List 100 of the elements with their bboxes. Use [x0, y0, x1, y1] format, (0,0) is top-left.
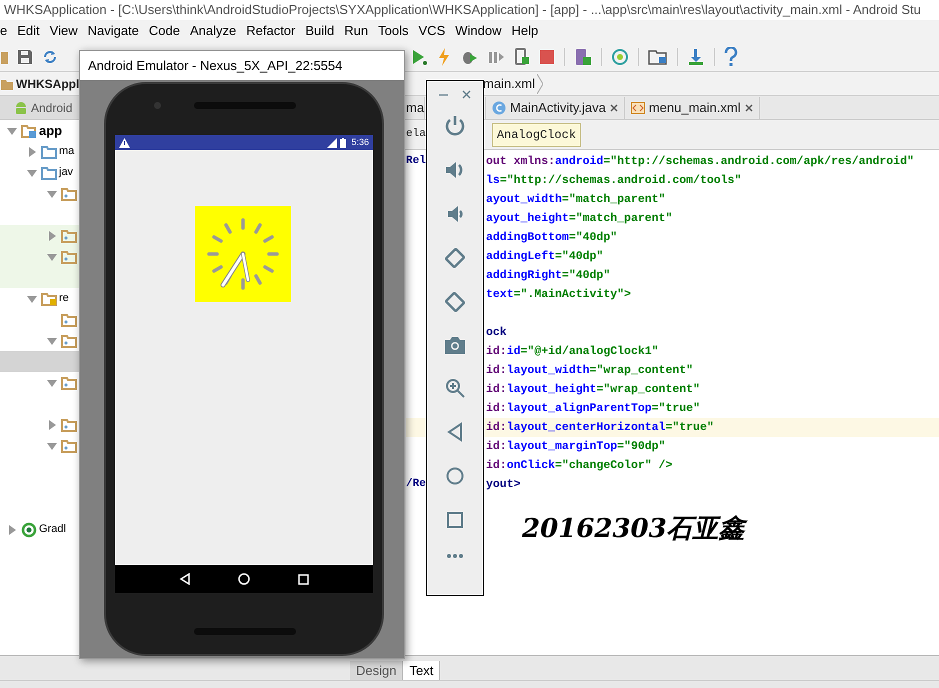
code-line: addingRight="40dp": [486, 268, 610, 284]
tree-row[interactable]: app: [0, 120, 79, 141]
menu-item[interactable]: Navigate: [88, 21, 139, 41]
package-folder-icon: [61, 374, 77, 390]
code-line: ayout_width="match_parent": [486, 192, 666, 208]
collapsed-arrow-icon[interactable]: [47, 420, 57, 430]
tree-row[interactable]: jav: [0, 162, 79, 183]
analog-clock[interactable]: [195, 206, 291, 302]
tree-row[interactable]: re: [0, 288, 79, 309]
zoom-icon[interactable]: [444, 377, 466, 399]
overview-icon[interactable]: [444, 509, 466, 531]
signal-icon: [327, 138, 338, 148]
close-icon[interactable]: [462, 90, 471, 98]
collapsed-arrow-icon[interactable]: [47, 230, 57, 240]
package-folder-icon: [61, 248, 77, 264]
code-line: id:layout_width="wrap_content": [486, 362, 694, 379]
emulator-title: Android Emulator - Nexus_5X_API_22:5554: [88, 56, 342, 75]
project-view-dropdown[interactable]: Android: [0, 96, 79, 119]
breadcrumb-item[interactable]: main.xml: [483, 74, 536, 94]
expanded-arrow-icon[interactable]: [47, 252, 57, 262]
recents-icon[interactable]: [298, 574, 310, 584]
close-icon[interactable]: [610, 104, 618, 112]
battery-icon: [340, 138, 346, 148]
code-line: ock: [486, 324, 507, 341]
expanded-arrow-icon[interactable]: [7, 126, 17, 136]
collapsed-arrow-icon[interactable]: [7, 524, 17, 534]
code-line: addingBottom="40dp": [486, 230, 618, 246]
home-icon[interactable]: [238, 573, 250, 585]
expanded-arrow-icon[interactable]: [47, 336, 57, 346]
menu-item[interactable]: Build: [305, 21, 334, 41]
sync-icon[interactable]: [42, 48, 58, 64]
project-structure-icon[interactable]: [648, 48, 668, 66]
menu-item[interactable]: Analyze: [190, 21, 236, 41]
code-line: addingLeft="40dp": [486, 248, 604, 265]
code-line: id:layout_marginTop="90dp": [486, 438, 666, 455]
menu-item[interactable]: Tools: [378, 21, 409, 41]
package-folder-icon: [61, 438, 77, 454]
menu-item[interactable]: Code: [148, 21, 180, 41]
xml-file-icon: [630, 101, 645, 115]
source-folder-icon: [41, 144, 57, 160]
code-line: out xmlns:android="http://schemas.android.com/apk/res/android": [486, 154, 914, 170]
power-icon[interactable]: [444, 115, 466, 137]
package-folder-icon: [61, 416, 77, 432]
code-line: id:id="@+id/analogClock1": [486, 344, 659, 360]
menu-item[interactable]: Edit: [17, 21, 40, 41]
editor-tab[interactable]: MainActivity.java: [485, 97, 625, 119]
chevron-icon: [537, 74, 544, 94]
menu-item[interactable]: View: [50, 21, 78, 41]
package-folder-icon: [61, 186, 77, 202]
expanded-arrow-icon[interactable]: [47, 440, 57, 450]
menu-item[interactable]: Run: [344, 21, 368, 41]
stop-icon[interactable]: [539, 48, 555, 64]
run-icon[interactable]: [410, 48, 428, 66]
code-line: id:layout_alignParentTop="true": [486, 400, 700, 417]
code-line: id:layout_centerHorizontal="true": [486, 420, 714, 436]
back-icon[interactable]: [178, 573, 191, 585]
menu-item[interactable]: Window: [455, 21, 502, 41]
save-icon[interactable]: [17, 48, 33, 64]
class-icon: [492, 101, 506, 115]
rotate-right-icon[interactable]: [444, 291, 466, 313]
tree-row[interactable]: Gradl: [0, 519, 79, 540]
editor-mode-tab[interactable]: Design: [350, 661, 404, 680]
collapsed-arrow-icon[interactable]: [27, 146, 37, 156]
code-text: Rel: [406, 155, 426, 168]
menu-item[interactable]: Help: [512, 21, 538, 41]
breadcrumb-item[interactable]: WHKSAppl: [16, 74, 80, 92]
warning-icon: [119, 138, 130, 148]
code-line: id:onClick="changeColor" />: [486, 458, 672, 474]
expanded-arrow-icon[interactable]: [47, 188, 57, 198]
code-line: ls="http://schemas.android.com/tools": [486, 172, 742, 189]
tree-row[interactable]: [0, 225, 79, 246]
more-icon[interactable]: [446, 553, 464, 559]
device-icon[interactable]: [514, 48, 530, 66]
package-folder-icon: [61, 228, 77, 244]
camera-icon[interactable]: [444, 335, 466, 355]
res-folder-icon: [41, 290, 57, 306]
editor-mode-tab[interactable]: Text: [403, 661, 440, 680]
package-folder-icon: [61, 312, 77, 328]
tree-row[interactable]: ma: [0, 141, 79, 162]
lightning-icon[interactable]: [437, 48, 451, 66]
expanded-arrow-icon[interactable]: [47, 378, 57, 388]
close-icon[interactable]: [744, 104, 753, 112]
sync-gradle-icon[interactable]: [611, 48, 629, 66]
android-icon: [14, 100, 28, 114]
menu-item[interactable]: Refactor: [246, 21, 296, 41]
code-line: id:layout_height="wrap_content": [486, 382, 700, 398]
status-time: 5:36: [351, 136, 369, 149]
breadcrumb-item[interactable]: ela: [406, 126, 426, 143]
avd-icon[interactable]: [574, 48, 592, 66]
expanded-arrow-icon[interactable]: [27, 168, 37, 178]
menu-item[interactable]: VCS: [418, 21, 446, 41]
sdk-manager-icon[interactable]: [687, 48, 705, 66]
rotate-left-icon[interactable]: [444, 247, 466, 269]
code-text: /Re: [406, 478, 426, 490]
expanded-arrow-icon[interactable]: [27, 294, 37, 304]
menu-item[interactable]: e: [0, 21, 8, 41]
breadcrumb-item[interactable]: AnalogClock: [492, 122, 582, 146]
help-icon[interactable]: [724, 46, 738, 66]
code-line: ayout_height="match_parent": [486, 210, 672, 227]
editor-tab[interactable]: ma: [406, 97, 425, 119]
